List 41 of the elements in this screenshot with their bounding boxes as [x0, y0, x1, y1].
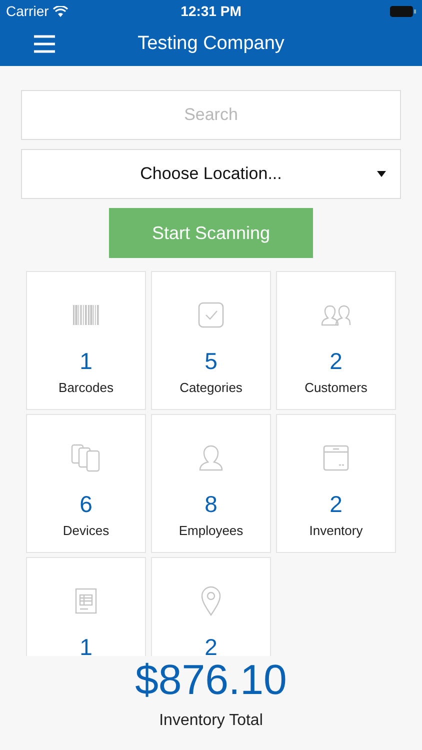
wifi-icon	[52, 6, 68, 16]
tile-count: 2	[330, 491, 342, 518]
tile-count: 2	[204, 634, 218, 656]
tile-label: Employees	[178, 523, 244, 538]
tile-count: 5	[204, 348, 218, 375]
dashboard-tile[interactable]: 1 Barcodes	[26, 271, 146, 410]
dashboard-tile[interactable]: 5 Categories	[151, 271, 271, 410]
tile-count: 1	[80, 634, 92, 656]
total-label: Inventory Total	[159, 712, 263, 730]
tile-count: 2	[330, 348, 342, 375]
dashboard-tile[interactable]: 8 Employees	[151, 414, 271, 553]
nav-title: Testing Company	[138, 33, 284, 54]
dashboard-tile[interactable]: 6 Devices	[26, 414, 146, 553]
carrier-label: Carrier	[6, 3, 49, 19]
people-icon	[321, 304, 351, 326]
dashboard-tile[interactable]: 2 Customers	[276, 271, 396, 410]
tile-count: 1	[80, 348, 92, 375]
tile-label: Barcodes	[58, 380, 114, 395]
dashboard-tile[interactable]: 1	[26, 557, 146, 656]
tile-label: Customers	[304, 380, 368, 395]
document-icon	[75, 588, 97, 614]
dashboard-tile[interactable]: 2	[151, 557, 271, 656]
pin-icon	[201, 586, 221, 616]
tile-count: 8	[204, 491, 218, 518]
tile-label: Devices	[62, 523, 110, 538]
barcode-icon	[73, 305, 99, 325]
search-field[interactable]: Search	[21, 90, 401, 140]
tile-label: Categories	[180, 380, 242, 395]
person-icon	[199, 445, 223, 471]
box-icon	[323, 445, 349, 471]
total-amount: $876.10	[135, 656, 287, 704]
status-time: 12:31 PM	[180, 3, 242, 19]
devices-icon	[71, 444, 101, 472]
menu-icon	[34, 35, 55, 53]
battery-icon	[390, 6, 416, 16]
location-dropdown[interactable]: Choose Location...	[21, 149, 401, 199]
dashboard-tile[interactable]: 2 Inventory	[276, 414, 396, 553]
tile-count: 6	[80, 491, 92, 518]
checkbox-icon	[198, 302, 224, 328]
caret-icon	[377, 171, 386, 177]
tile-label: Inventory	[309, 523, 363, 538]
